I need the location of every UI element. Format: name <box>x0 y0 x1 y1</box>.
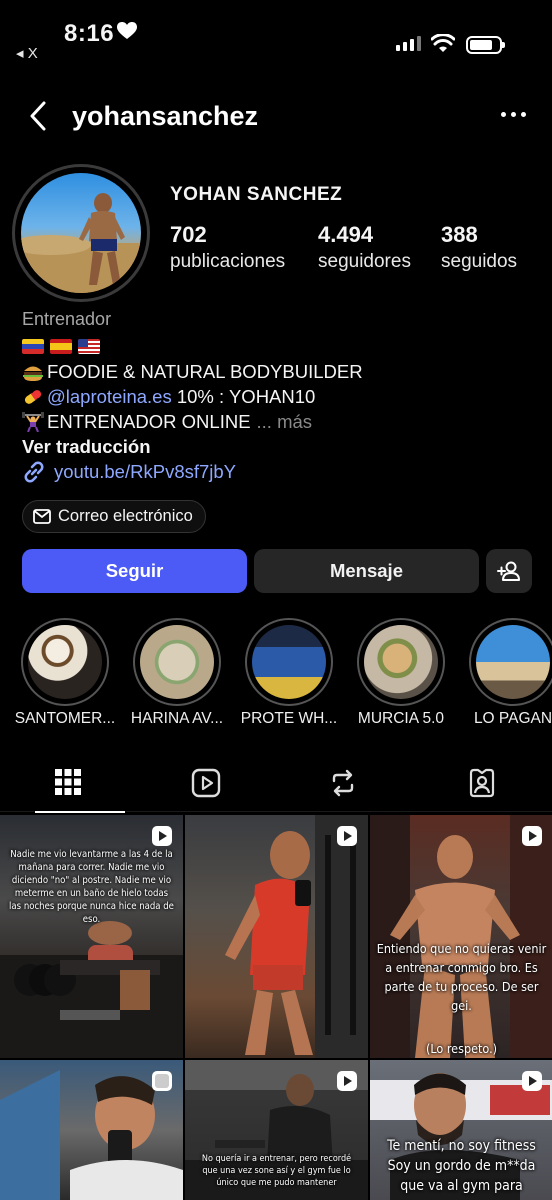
post-thumbnail[interactable]: Nadie me vio levantarme a las 4 de la ma… <box>0 815 183 1058</box>
post-caption: Te mentí, no soy fitness Soy un gordo de… <box>387 1138 536 1194</box>
weightlifter-icon <box>22 411 44 432</box>
battery-icon <box>466 36 505 54</box>
username-title: yohansanchez <box>72 101 259 131</box>
highlight-item[interactable]: LO PAGAN <box>468 618 552 727</box>
back-to-app-link[interactable]: ◂ X <box>16 44 38 62</box>
bio-mention-link[interactable]: @laproteina.es <box>47 386 172 408</box>
spain-flag-icon <box>50 339 72 354</box>
message-button[interactable]: Mensaje <box>254 549 479 593</box>
burger-icon <box>23 366 43 381</box>
bio-external-link[interactable]: youtu.be/RkPv8sf7jbY <box>22 459 532 484</box>
post-thumbnail[interactable] <box>0 1060 183 1200</box>
avatar-story-ring[interactable] <box>12 164 150 302</box>
bio-more-link[interactable]: ... más <box>257 411 313 433</box>
highlight-cover <box>28 625 102 699</box>
link-icon <box>24 461 44 482</box>
reels-icon <box>191 768 221 798</box>
highlight-item[interactable]: HARINA AV... <box>131 618 223 727</box>
suggested-users-button[interactable] <box>486 549 532 593</box>
pill-icon <box>24 389 42 404</box>
reel-icon <box>522 1071 542 1091</box>
post-thumbnail[interactable]: Te mentí, no soy fitness Soy un gordo de… <box>370 1060 552 1200</box>
bio-category: Entrenador <box>22 309 112 329</box>
venezuela-flag-icon <box>22 339 44 354</box>
bio-line-coach: ENTRENADOR ONLINE ... más <box>22 409 532 434</box>
status-time: 8:16 <box>64 20 115 47</box>
highlight-cover <box>252 625 326 699</box>
display-name: YOHAN SANCHEZ <box>170 184 343 205</box>
highlight-item[interactable]: MURCIA 5.0 <box>356 618 446 727</box>
reel-icon <box>152 826 172 846</box>
reel-icon <box>337 826 357 846</box>
profile-header: yohansanchez <box>0 92 552 140</box>
bio-line-foodie: FOODIE & NATURAL BODYBUILDER <box>22 359 532 384</box>
tab-reels[interactable] <box>150 762 262 812</box>
back-arrow-icon[interactable] <box>26 100 52 132</box>
email-contact-label: Correo electrónico <box>58 507 193 525</box>
stat-posts[interactable]: 702 publicaciones <box>170 222 285 273</box>
post-caption: Nadie me vio levantarme a las 4 de la ma… <box>9 849 174 925</box>
see-translation-link[interactable]: Ver traducción <box>22 434 532 459</box>
highlight-label: MURCIA 5.0 <box>357 710 445 727</box>
post-image <box>225 815 368 1058</box>
post-thumbnail[interactable]: No quería ir a entrenar, pero recordé qu… <box>185 1060 368 1200</box>
bio-line-promo: @laproteina.es 10% : YOHAN10 <box>22 384 532 409</box>
reel-icon <box>152 1071 172 1091</box>
highlight-label: PROTE WH... <box>240 710 338 727</box>
tab-tagged[interactable] <box>426 762 538 812</box>
add-person-icon <box>497 561 520 581</box>
bio-coach-text: ENTRENADOR ONLINE <box>47 410 251 432</box>
post-thumbnail[interactable]: Entiendo que no quieras venir a entrenar… <box>370 815 552 1058</box>
bio: Entrenador FOODIE & NATURAL BODYBUILDER … <box>22 309 532 484</box>
bio-flags <box>22 334 532 359</box>
highlight-item[interactable]: SANTOMER... <box>15 618 115 727</box>
reel-icon <box>522 826 542 846</box>
stat-posts-value: 702 <box>170 222 207 247</box>
highlight-cover <box>364 625 438 699</box>
highlight-item[interactable]: PROTE WH... <box>241 618 337 727</box>
tagged-person-icon <box>469 768 495 798</box>
highlight-cover <box>140 625 214 699</box>
highlight-label: HARINA AV... <box>130 710 224 727</box>
grid-icon <box>55 769 81 795</box>
bio-discount-code: 10% : YOHAN10 <box>171 385 316 407</box>
avatar-photo <box>21 193 141 293</box>
post-caption: No quería ir a entrenar, pero recordé qu… <box>201 1154 352 1188</box>
follow-button[interactable]: Seguir <box>22 549 247 593</box>
highlight-cover <box>476 625 550 699</box>
posts-grid: Nadie me vio levantarme a las 4 de la ma… <box>0 815 552 1200</box>
tab-grid[interactable] <box>12 762 125 813</box>
stat-followers-label: seguidores <box>318 251 411 272</box>
wifi-icon <box>431 34 455 52</box>
highlight-label: SANTOMER... <box>14 710 116 727</box>
stat-following-value: 388 <box>441 222 478 247</box>
post-caption-note: (Lo respeto.) <box>425 1041 498 1056</box>
heart-icon <box>117 22 137 39</box>
highlight-label: LO PAGAN <box>473 710 552 727</box>
more-options-icon[interactable] <box>501 112 526 117</box>
story-highlights: SANTOMER... HARINA AV... PROTE WH... MUR… <box>0 618 552 738</box>
repost-icon <box>332 769 354 797</box>
avatar <box>21 173 141 293</box>
post-caption: Entiendo que no quieras venir a entrenar… <box>376 941 547 1013</box>
stat-followers-value: 4.494 <box>318 222 374 247</box>
post-thumbnail[interactable] <box>185 815 368 1058</box>
usa-flag-icon <box>78 339 100 354</box>
email-contact-button[interactable]: Correo electrónico <box>22 500 206 533</box>
reel-icon <box>337 1071 357 1091</box>
bio-foodie-text: FOODIE & NATURAL BODYBUILDER <box>47 360 363 382</box>
stat-posts-label: publicaciones <box>170 251 286 272</box>
envelope-icon <box>33 509 51 524</box>
signal-icon <box>396 36 421 51</box>
status-bar: 8:16 ◂ X <box>0 0 552 80</box>
stat-followers[interactable]: 4.494 seguidores <box>318 222 411 273</box>
tab-reposts[interactable] <box>287 762 399 812</box>
stat-following[interactable]: 388 seguidos <box>441 222 517 273</box>
post-image <box>370 815 552 1058</box>
profile-tabs <box>0 762 552 813</box>
bio-link-text: youtu.be/RkPv8sf7jbY <box>54 460 237 482</box>
stat-following-label: seguidos <box>441 251 518 272</box>
